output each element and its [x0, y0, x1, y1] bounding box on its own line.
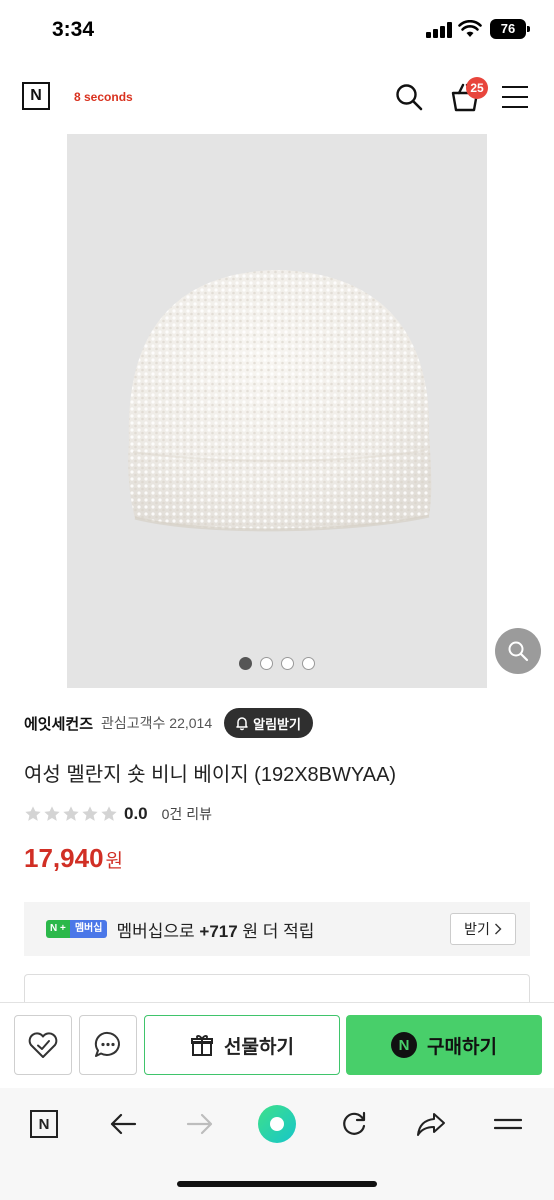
- buy-button[interactable]: N 구매하기: [346, 1015, 542, 1075]
- refresh-button[interactable]: [334, 1104, 374, 1144]
- status-time: 3:34: [52, 18, 95, 41]
- membership-text-suffix: 원 더 적립: [242, 921, 315, 941]
- alert-subscribe-button[interactable]: 알림받기: [224, 708, 313, 738]
- price: 17,940 원: [24, 843, 123, 874]
- star-icon: [101, 806, 117, 821]
- product-title: 여성 멜란지 숏 비니 베이지 (192X8BWYAA): [24, 764, 397, 786]
- membership-points-text: 멤버십으로 +717 원 더 적립: [116, 917, 314, 942]
- cart-count-badge: 25: [466, 77, 488, 99]
- naver-pay-icon: N: [391, 1032, 418, 1058]
- favorite-count: 관심고객수 22,014: [101, 715, 213, 731]
- membership-text-prefix: 멤버십으로: [116, 921, 195, 941]
- star-icon: [25, 806, 41, 821]
- star-rating: [24, 805, 118, 823]
- back-button[interactable]: [103, 1104, 143, 1144]
- search-icon[interactable]: [394, 82, 424, 112]
- rating-row: 0.0 0건 리뷰: [24, 802, 212, 826]
- app-header: N 8 seconds 25: [0, 70, 554, 126]
- review-count-link[interactable]: 0건 리뷰: [162, 804, 212, 824]
- pagination-dot[interactable]: [260, 657, 273, 670]
- star-icon: [63, 806, 79, 821]
- green-dot-icon: [258, 1105, 296, 1143]
- gallery-pagination: [67, 657, 487, 670]
- forward-button[interactable]: [180, 1104, 220, 1144]
- shop-info: 에잇세컨즈 관심고객수 22,014 알림받기: [24, 707, 534, 739]
- heart-check-icon: [28, 1032, 58, 1058]
- receive-label: 받기: [464, 921, 490, 937]
- alert-subscribe-label: 알림받기: [253, 716, 301, 732]
- membership-points: +717: [199, 921, 238, 941]
- beanie-image: [128, 270, 432, 532]
- star-icon: [82, 806, 98, 821]
- purchase-action-bar: 선물하기 N 구매하기: [0, 1002, 554, 1088]
- battery-indicator: 76: [490, 19, 530, 39]
- zoom-icon: [508, 641, 529, 662]
- chat-bubble-icon: [94, 1031, 120, 1057]
- naver-plus-mark: N +: [46, 920, 70, 938]
- gift-icon: [191, 1035, 214, 1056]
- buy-label: 구매하기: [427, 1036, 497, 1058]
- price-amount: 17,940: [24, 843, 104, 873]
- home-indicator: [177, 1181, 377, 1187]
- browser-home-button[interactable]: N: [24, 1104, 64, 1144]
- green-dot-button[interactable]: [257, 1104, 297, 1144]
- chat-button[interactable]: [79, 1015, 137, 1075]
- receive-button[interactable]: 받기: [450, 913, 516, 945]
- share-button[interactable]: [411, 1104, 451, 1144]
- gift-button[interactable]: 선물하기: [144, 1015, 340, 1075]
- zoom-button[interactable]: [495, 628, 541, 674]
- refresh-icon: [343, 1111, 366, 1135]
- product-image[interactable]: [67, 134, 487, 688]
- price-unit: 원: [105, 851, 124, 872]
- browser-menu-button[interactable]: [488, 1104, 528, 1144]
- shop-name[interactable]: 에잇세컨즈: [24, 713, 93, 734]
- pagination-dot[interactable]: [239, 657, 252, 670]
- pagination-dot[interactable]: [302, 657, 315, 670]
- rating-value: 0.0: [124, 804, 148, 823]
- membership-banner: N + 멤버십 멤버십으로 +717 원 더 적립 받기: [24, 902, 530, 956]
- naver-logo-icon: N: [30, 1110, 58, 1138]
- star-icon: [44, 806, 60, 821]
- naver-plus-badge: N + 멤버십: [46, 920, 108, 938]
- pagination-dot[interactable]: [281, 657, 294, 670]
- naver-logo[interactable]: N: [22, 82, 50, 110]
- share-icon: [417, 1113, 445, 1136]
- gift-label: 선물하기: [224, 1036, 294, 1058]
- wifi-icon: [458, 20, 482, 37]
- brand-name[interactable]: 8 seconds: [74, 90, 133, 104]
- status-bar: 3:34 76: [0, 0, 554, 60]
- arrow-left-icon: [110, 1113, 137, 1135]
- bell-plus-icon: [236, 717, 248, 731]
- chevron-right-icon: [494, 923, 502, 935]
- signal-icon: [426, 22, 454, 38]
- hamburger-icon: [494, 1118, 522, 1130]
- wishlist-button[interactable]: [14, 1015, 72, 1075]
- membership-badge-label: 멤버십: [69, 920, 108, 938]
- menu-icon[interactable]: [502, 86, 528, 108]
- arrow-right-icon: [186, 1113, 213, 1135]
